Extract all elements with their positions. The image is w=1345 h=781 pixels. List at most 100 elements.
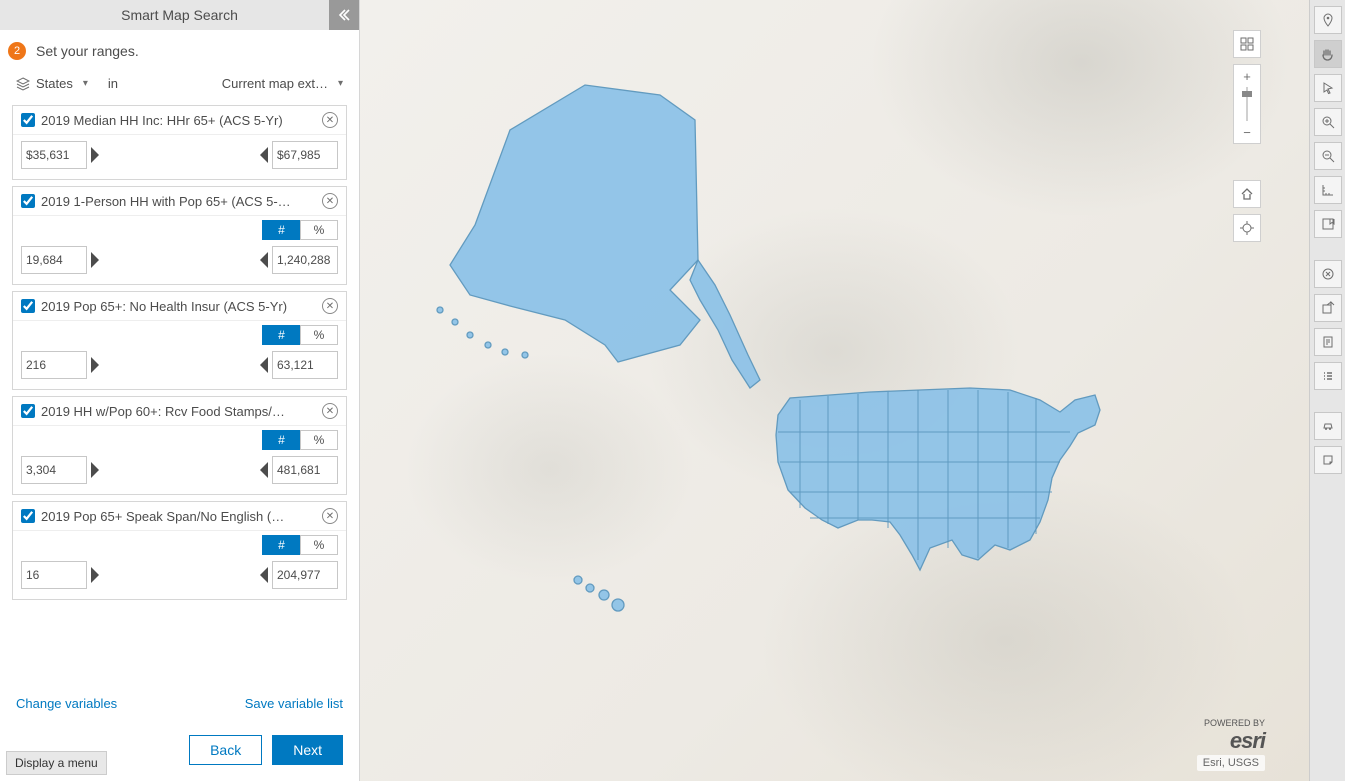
range-handle-left[interactable] xyxy=(91,252,99,268)
range-handle-left[interactable] xyxy=(91,567,99,583)
zoom-in-button[interactable]: + xyxy=(1234,65,1260,87)
variable-card: 2019 HH w/Pop 60+: Rcv Food Stamps/…✕#% xyxy=(12,396,347,495)
bookmark-icon xyxy=(1321,217,1335,231)
share-icon xyxy=(1321,301,1335,315)
zoom-out-button[interactable]: − xyxy=(1234,121,1260,143)
state-hawaii[interactable] xyxy=(574,576,582,584)
remove-variable-button[interactable]: ✕ xyxy=(322,403,338,419)
variable-checkbox[interactable] xyxy=(21,404,35,418)
pin-tool-button[interactable] xyxy=(1314,6,1342,34)
range-handle-right[interactable] xyxy=(260,252,268,268)
variable-list: 2019 Median HH Inc: HHr 65+ (ACS 5-Yr)✕2… xyxy=(0,105,359,684)
state-alaska[interactable] xyxy=(450,85,700,362)
range-min-input[interactable] xyxy=(21,246,87,274)
range-handle-right[interactable] xyxy=(260,147,268,163)
extent-dropdown[interactable]: Current map ext… xyxy=(138,76,343,91)
zoom-thumb[interactable] xyxy=(1242,91,1252,97)
report-tool-button[interactable] xyxy=(1314,328,1342,356)
us-lower48[interactable] xyxy=(776,388,1100,570)
collapse-icon xyxy=(337,8,351,22)
range-row xyxy=(13,555,346,599)
unit-percent-button[interactable]: % xyxy=(300,430,338,450)
pin-icon xyxy=(1321,13,1335,27)
range-handle-left[interactable] xyxy=(91,462,99,478)
state-alaska-panhandle[interactable] xyxy=(690,260,760,388)
measure-icon xyxy=(1321,183,1335,197)
remove-variable-button[interactable]: ✕ xyxy=(322,112,338,128)
range-min-input[interactable] xyxy=(21,141,87,169)
zoom-slider[interactable]: + − xyxy=(1233,64,1261,144)
unit-count-button[interactable]: # xyxy=(262,535,300,555)
range-handle-left[interactable] xyxy=(91,147,99,163)
remove-variable-button[interactable]: ✕ xyxy=(322,508,338,524)
variable-header: 2019 1-Person HH with Pop 65+ (ACS 5-…✕ xyxy=(13,187,346,216)
drive-time-tool-button[interactable] xyxy=(1314,412,1342,440)
range-max-input[interactable] xyxy=(272,246,338,274)
zoom-track[interactable] xyxy=(1246,87,1248,121)
range-row xyxy=(13,135,346,179)
zoom-in-tool-button[interactable] xyxy=(1314,108,1342,136)
step-number: 2 xyxy=(14,45,20,57)
note-tool-button[interactable] xyxy=(1314,446,1342,474)
step-instruction: Set your ranges. xyxy=(36,43,139,59)
panel-links: Change variables Save variable list xyxy=(0,684,359,723)
layers-icon xyxy=(16,77,30,91)
remove-variable-button[interactable]: ✕ xyxy=(322,298,338,314)
range-max-input[interactable] xyxy=(272,561,338,589)
panel-header: Smart Map Search xyxy=(0,0,359,30)
range-handle-right[interactable] xyxy=(260,357,268,373)
legend-tool-button[interactable] xyxy=(1314,362,1342,390)
unit-percent-button[interactable]: % xyxy=(300,535,338,555)
variable-checkbox[interactable] xyxy=(21,299,35,313)
variable-card: 2019 Median HH Inc: HHr 65+ (ACS 5-Yr) ✕ xyxy=(12,105,347,180)
range-row xyxy=(13,345,346,389)
range-max-input[interactable] xyxy=(272,351,338,379)
basemap-gallery-button[interactable] xyxy=(1233,30,1261,58)
variable-checkbox[interactable] xyxy=(21,509,35,523)
clear-icon xyxy=(1321,267,1335,281)
unit-count-button[interactable]: # xyxy=(262,325,300,345)
range-min-input[interactable] xyxy=(21,456,87,484)
variable-header: 2019 Pop 65+ Speak Span/No English (… ✕ xyxy=(13,502,346,531)
range-max-input[interactable] xyxy=(272,141,338,169)
next-button[interactable]: Next xyxy=(272,735,343,765)
unit-toggle: #% xyxy=(13,426,346,450)
variable-checkbox[interactable] xyxy=(21,113,35,127)
range-handle-left[interactable] xyxy=(91,357,99,373)
clear-tool-button[interactable] xyxy=(1314,260,1342,288)
geography-level-label: States xyxy=(36,76,73,91)
range-min-input[interactable] xyxy=(21,351,87,379)
range-handle-right[interactable] xyxy=(260,567,268,583)
back-button[interactable]: Back xyxy=(189,735,262,765)
unit-percent-button[interactable]: % xyxy=(300,220,338,240)
bookmark-tool-button[interactable] xyxy=(1314,210,1342,238)
variable-checkbox[interactable] xyxy=(21,194,35,208)
remove-variable-button[interactable]: ✕ xyxy=(322,193,338,209)
geography-level-dropdown[interactable]: States xyxy=(16,76,88,91)
measure-tool-button[interactable] xyxy=(1314,176,1342,204)
step-row: 2 Set your ranges. xyxy=(0,30,359,68)
home-extent-button[interactable] xyxy=(1233,180,1261,208)
zoom-out-tool-button[interactable] xyxy=(1314,142,1342,170)
map-view[interactable]: + − POWERED BY esri Esri, USGS xyxy=(360,0,1309,781)
pan-tool-button[interactable] xyxy=(1314,40,1342,68)
range-min-input[interactable] xyxy=(21,561,87,589)
geography-connector: in xyxy=(96,76,130,91)
locate-button[interactable] xyxy=(1233,214,1261,242)
share-tool-button[interactable] xyxy=(1314,294,1342,322)
range-handle-right[interactable] xyxy=(260,462,268,478)
select-tool-button[interactable] xyxy=(1314,74,1342,102)
map-tools-zoom-group: + − xyxy=(1233,30,1261,144)
range-max-input[interactable] xyxy=(272,456,338,484)
unit-count-button[interactable]: # xyxy=(262,430,300,450)
smart-map-search-panel: Smart Map Search 2 Set your ranges. Stat… xyxy=(0,0,360,781)
unit-count-button[interactable]: # xyxy=(262,220,300,240)
save-variable-list-link[interactable]: Save variable list xyxy=(245,696,343,711)
collapse-panel-button[interactable] xyxy=(329,0,359,30)
range-row xyxy=(13,240,346,284)
unit-toggle: #% xyxy=(13,216,346,240)
change-variables-link[interactable]: Change variables xyxy=(16,696,117,711)
variable-title: 2019 Median HH Inc: HHr 65+ (ACS 5-Yr) xyxy=(41,113,316,128)
unit-percent-button[interactable]: % xyxy=(300,325,338,345)
variable-title: 2019 Pop 65+ Speak Span/No English (… xyxy=(41,509,316,524)
